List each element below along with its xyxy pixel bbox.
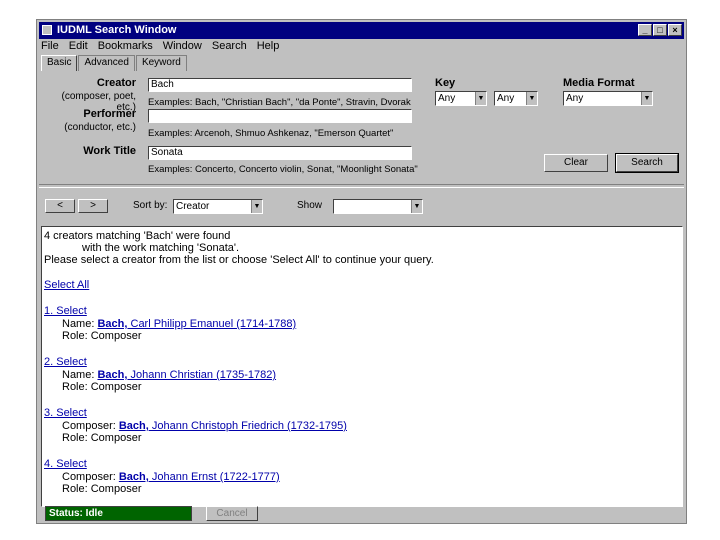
creator-link-surname: Bach, — [97, 369, 128, 381]
results-instruction: Please select a creator from the list or… — [44, 254, 434, 266]
chevron-down-icon[interactable]: ▼ — [475, 92, 486, 105]
select-link[interactable]: 4. Select — [44, 458, 87, 470]
media-format-label: Media Format — [563, 77, 635, 89]
creator-link-rest: Johann Ernst (1722-1777) — [148, 471, 280, 483]
work-title-label: Work Title — [83, 145, 136, 157]
media-format-select[interactable]: Any ▼ — [563, 91, 653, 106]
role-text: Role: Composer — [62, 483, 142, 495]
select-link[interactable]: 2. Select — [44, 356, 87, 368]
tab-keyword[interactable]: Keyword — [135, 55, 187, 71]
list-item: 4. Select — [44, 458, 87, 470]
creator-link-surname: Bach, — [97, 318, 128, 330]
creator-link-surname: Bach, — [118, 471, 149, 483]
performer-examples: Examples: Arcenoh, Shmuo Ashkenaz, "Emer… — [148, 128, 394, 139]
menu-bookmarks[interactable]: Bookmarks — [98, 40, 153, 54]
key-label: Key — [435, 77, 456, 89]
sort-by-select[interactable]: Creator ▼ — [173, 199, 263, 214]
creator-link-rest: Johann Christian (1735-1782) — [127, 369, 277, 381]
menu-bar: File Edit Bookmarks Window Search Help — [41, 40, 279, 54]
tab-advanced[interactable]: Advanced — [78, 55, 135, 71]
work-title-examples: Examples: Concerto, Concerto violin, Son… — [148, 164, 418, 175]
close-button[interactable]: × — [668, 24, 682, 36]
role-text: Role: Composer — [62, 432, 142, 444]
work-title-input[interactable]: Sonata — [148, 146, 412, 160]
creator-input[interactable]: Bach — [148, 78, 412, 92]
minimize-button[interactable]: _ — [638, 24, 652, 36]
media-format-select-value: Any — [566, 93, 584, 104]
window-title: IUDML Search Window — [57, 24, 177, 36]
maximize-button[interactable]: □ — [653, 24, 667, 36]
menu-search[interactable]: Search — [212, 40, 247, 54]
menu-window[interactable]: Window — [163, 40, 202, 54]
key-mode-select-value: Any — [497, 93, 515, 104]
sort-by-label: Sort by: — [133, 200, 168, 211]
field-label: Composer: — [62, 471, 116, 483]
cancel-button[interactable]: Cancel — [206, 506, 258, 521]
role-text: Role: Composer — [62, 381, 142, 393]
app-icon[interactable] — [42, 25, 52, 35]
search-window: IUDML Search Window _ □ × File Edit Book… — [36, 19, 687, 524]
creator-link-rest: Johann Christoph Friedrich (1732-1795) — [148, 420, 347, 432]
creator-link-surname: Bach, — [118, 420, 149, 432]
search-tabs: Basic Advanced Keyword — [41, 55, 188, 71]
back-button[interactable]: < — [45, 199, 75, 213]
creator-label: Creator — [96, 77, 136, 89]
select-all-link[interactable]: Select All — [44, 279, 89, 291]
search-button[interactable]: Search — [615, 153, 679, 173]
key-select[interactable]: Any ▼ — [435, 91, 487, 106]
performer-input[interactable] — [148, 109, 412, 123]
forward-button[interactable]: > — [78, 199, 108, 213]
creator-link-rest: Carl Philipp Emanuel (1714-1788) — [127, 318, 297, 330]
results-panel[interactable]: 4 creators matching 'Bach' were found wi… — [41, 226, 683, 507]
list-item-name: Composer: Bach, Johann Ernst (1722-1777) — [62, 471, 280, 483]
title-bar[interactable]: IUDML Search Window _ □ × — [39, 22, 684, 39]
list-item-name: Name: Bach, Johann Christian (1735-1782) — [62, 369, 276, 381]
menu-help[interactable]: Help — [257, 40, 280, 54]
clear-button[interactable]: Clear — [544, 154, 608, 172]
list-item-name: Composer: Bach, Johann Christoph Friedri… — [62, 420, 347, 432]
creator-examples: Examples: Bach, "Christian Bach", "da Po… — [148, 97, 411, 108]
sort-by-select-value: Creator — [176, 201, 210, 212]
list-item: 3. Select — [44, 407, 87, 419]
divider — [39, 184, 684, 188]
results-summary-work: with the work matching 'Sonata'. — [82, 242, 240, 254]
results-summary: 4 creators matching 'Bach' were found — [44, 230, 231, 242]
performer-label: Performer — [83, 108, 136, 120]
creator-link[interactable]: Bach, Carl Philipp Emanuel (1714-1788) — [97, 318, 296, 330]
list-item: 1. Select — [44, 305, 87, 317]
creator-link[interactable]: Bach, Johann Christian (1735-1782) — [97, 369, 276, 381]
chevron-down-icon[interactable]: ▼ — [641, 92, 652, 105]
menu-file[interactable]: File — [41, 40, 59, 54]
show-label: Show — [297, 200, 323, 211]
chevron-down-icon[interactable]: ▼ — [411, 200, 422, 213]
list-item-name: Name: Bach, Carl Philipp Emanuel (1714-1… — [62, 318, 296, 330]
creator-link[interactable]: Bach, Johann Ernst (1722-1777) — [119, 471, 280, 483]
show-select[interactable]: ▼ — [333, 199, 423, 214]
key-select-value: Any — [438, 93, 456, 104]
select-link[interactable]: 3. Select — [44, 407, 87, 419]
field-label: Name: — [62, 318, 95, 330]
creator-link[interactable]: Bach, Johann Christoph Friedrich (1732-1… — [119, 420, 347, 432]
menu-edit[interactable]: Edit — [69, 40, 88, 54]
chevron-down-icon[interactable]: ▼ — [526, 92, 537, 105]
performer-sublabel: (conductor, etc.) — [64, 122, 136, 133]
key-mode-select[interactable]: Any ▼ — [494, 91, 538, 106]
chevron-down-icon[interactable]: ▼ — [251, 200, 262, 213]
role-text: Role: Composer — [62, 330, 142, 342]
field-label: Name: — [62, 369, 95, 381]
field-label: Composer: — [62, 420, 116, 432]
list-item: 2. Select — [44, 356, 87, 368]
select-link[interactable]: 1. Select — [44, 305, 87, 317]
status-badge: Status: Idle — [45, 506, 192, 521]
tab-basic[interactable]: Basic — [41, 55, 78, 71]
